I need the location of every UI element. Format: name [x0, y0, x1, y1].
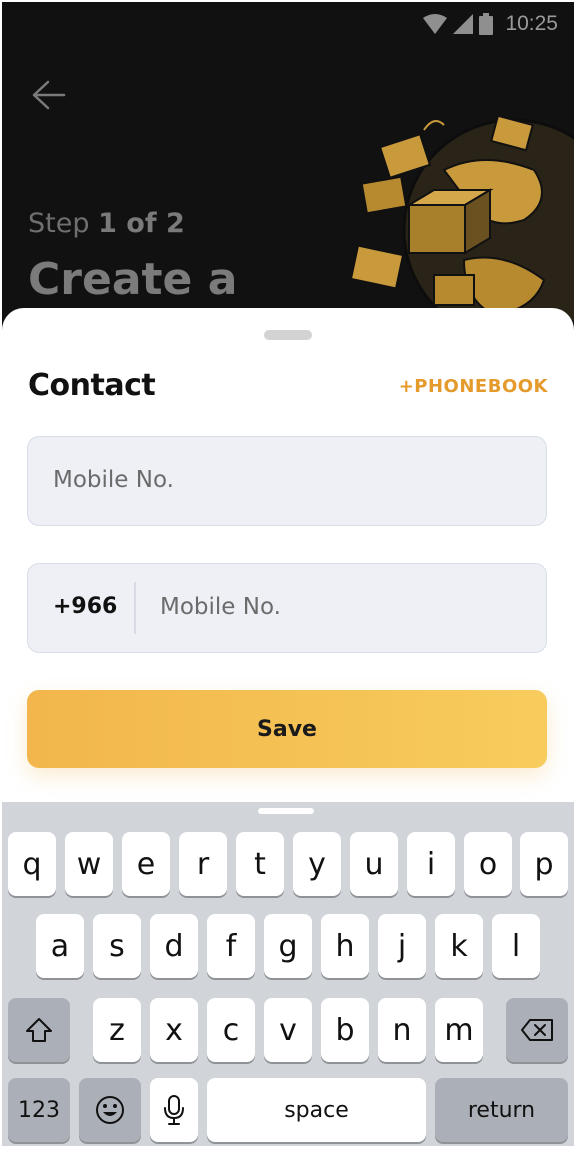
key-n[interactable]: n: [378, 998, 426, 1062]
save-button[interactable]: Save: [27, 690, 547, 768]
space-key[interactable]: space: [207, 1078, 426, 1142]
mobile-field-placeholder-2: Mobile No.: [160, 594, 281, 620]
key-a[interactable]: a: [36, 914, 84, 978]
backspace-key[interactable]: [506, 998, 568, 1062]
page-title: Create a: [28, 254, 238, 305]
key-t[interactable]: t: [236, 832, 284, 896]
key-f[interactable]: f: [207, 914, 255, 978]
key-k[interactable]: k: [435, 914, 483, 978]
mobile-field[interactable]: Mobile No.: [27, 436, 547, 526]
microphone-icon: [164, 1095, 184, 1125]
arrow-left-icon: [32, 80, 66, 110]
status-time: 10:25: [505, 12, 558, 35]
mobile-field-placeholder: Mobile No.: [53, 467, 174, 493]
phone-with-code-field[interactable]: +966 Mobile No.: [27, 563, 547, 653]
shift-key[interactable]: [8, 998, 70, 1062]
key-p[interactable]: p: [520, 832, 568, 896]
key-g[interactable]: g: [264, 914, 312, 978]
key-o[interactable]: o: [464, 832, 512, 896]
numbers-key[interactable]: 123: [8, 1078, 70, 1142]
onscreen-keyboard: q w e r t y u i o p a s d f g h j k l z …: [2, 802, 574, 1146]
key-x[interactable]: x: [150, 998, 198, 1062]
keyboard-handle: [258, 808, 314, 814]
key-y[interactable]: y: [293, 832, 341, 896]
microphone-key[interactable]: [150, 1078, 198, 1142]
backspace-icon: [521, 1019, 553, 1041]
save-button-label: Save: [257, 716, 317, 742]
keyboard-row-1: q w e r t y u i o p: [2, 832, 574, 898]
shift-icon: [26, 1018, 52, 1042]
return-key[interactable]: return: [435, 1078, 568, 1142]
key-h[interactable]: h: [321, 914, 369, 978]
key-u[interactable]: u: [350, 832, 398, 896]
key-r[interactable]: r: [179, 832, 227, 896]
key-i[interactable]: i: [407, 832, 455, 896]
keyboard-row-4: 123 space return: [2, 1078, 574, 1144]
sheet-title: Contact: [28, 368, 156, 403]
step-prefix: Step: [28, 208, 90, 239]
keyboard-row-3: z x c v b n m: [2, 998, 574, 1064]
wifi-icon: [423, 14, 448, 34]
field-divider: [134, 582, 136, 634]
back-button[interactable]: [30, 78, 66, 112]
emoji-icon: [96, 1096, 124, 1124]
key-l[interactable]: l: [492, 914, 540, 978]
phonebook-button[interactable]: +PHONEBOOK: [399, 376, 548, 397]
key-z[interactable]: z: [93, 998, 141, 1062]
key-e[interactable]: e: [122, 832, 170, 896]
key-s[interactable]: s: [93, 914, 141, 978]
battery-icon: [479, 13, 494, 35]
country-code[interactable]: +966: [53, 594, 117, 619]
contact-sheet: Contact +PHONEBOOK Mobile No. +966 Mobil…: [2, 308, 574, 828]
step-indicator: Step 1 of 2: [28, 208, 185, 239]
step-value: 1 of 2: [98, 208, 185, 239]
key-m[interactable]: m: [435, 998, 483, 1062]
emoji-key[interactable]: [79, 1078, 141, 1142]
status-icons: 10:25: [423, 12, 558, 36]
key-v[interactable]: v: [264, 998, 312, 1062]
key-b[interactable]: b: [321, 998, 369, 1062]
key-w[interactable]: w: [65, 832, 113, 896]
key-j[interactable]: j: [378, 914, 426, 978]
signal-icon: [453, 14, 474, 34]
sheet-drag-handle[interactable]: [264, 330, 312, 340]
delivery-globe-illustration: [349, 114, 574, 320]
app-frame: 10:25 Step 1 of 2 Create a Contact +PHON…: [2, 2, 574, 1146]
key-c[interactable]: c: [207, 998, 255, 1062]
keyboard-row-2: a s d f g h j k l: [2, 914, 574, 980]
status-bar: 10:25: [2, 2, 574, 46]
key-q[interactable]: q: [8, 832, 56, 896]
key-d[interactable]: d: [150, 914, 198, 978]
